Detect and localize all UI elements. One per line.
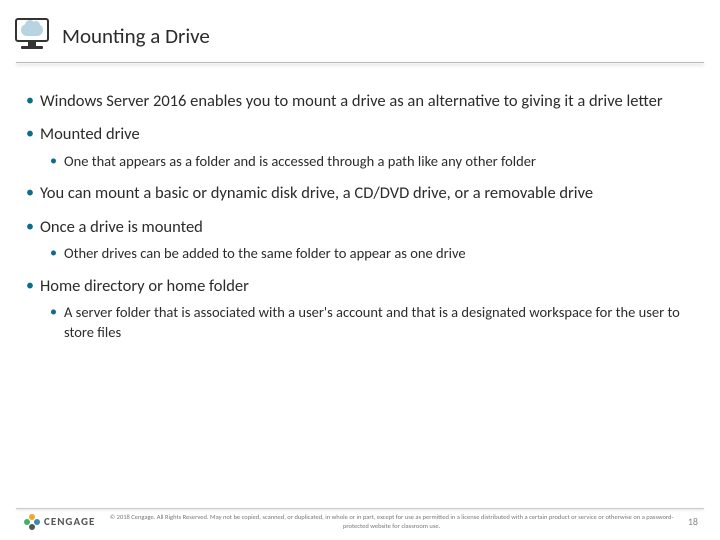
bullet-item: Once a drive is mounted Other drives can… (26, 217, 694, 264)
bullet-item: Mounted drive One that appears as a fold… (26, 124, 694, 171)
brand-logo: CENGAGE (16, 514, 95, 530)
brand-logo-icon (24, 514, 40, 530)
monitor-cloud-icon (12, 18, 52, 54)
sub-bullet-text: One that appears as a folder and is acce… (64, 152, 536, 170)
bullet-item: Windows Server 2016 enables you to mount… (26, 91, 694, 112)
bullet-item: Home directory or home folder A server f… (26, 276, 694, 343)
bullet-item: You can mount a basic or dynamic disk dr… (26, 183, 694, 204)
sub-bullet-item: Other drives can be added to the same fo… (50, 244, 694, 264)
slide-header: Mounting a Drive (0, 0, 720, 54)
slide-title: Mounting a Drive (62, 23, 210, 49)
sub-bullet-text: A server folder that is associated with … (64, 303, 680, 341)
copyright-text: © 2018 Cengage. All Rights Reserved. May… (95, 513, 688, 530)
sub-bullet-item: A server folder that is associated with … (50, 303, 694, 342)
sub-bullet-text: Other drives can be added to the same fo… (64, 244, 466, 262)
bullet-text: Windows Server 2016 enables you to mount… (40, 91, 663, 111)
bullet-text: You can mount a basic or dynamic disk dr… (40, 183, 593, 203)
slide-body: Windows Server 2016 enables you to mount… (0, 63, 720, 342)
page-number: 18 (688, 515, 704, 528)
sub-bullet-item: One that appears as a folder and is acce… (50, 152, 694, 172)
slide-footer: CENGAGE © 2018 Cengage. All Rights Reser… (0, 508, 720, 530)
header-divider (0, 54, 720, 63)
brand-name: CENGAGE (44, 515, 95, 528)
bullet-text: Once a drive is mounted (40, 217, 203, 237)
bullet-text: Mounted drive (40, 124, 140, 144)
bullet-text: Home directory or home folder (40, 276, 249, 296)
footer-divider (16, 508, 704, 509)
